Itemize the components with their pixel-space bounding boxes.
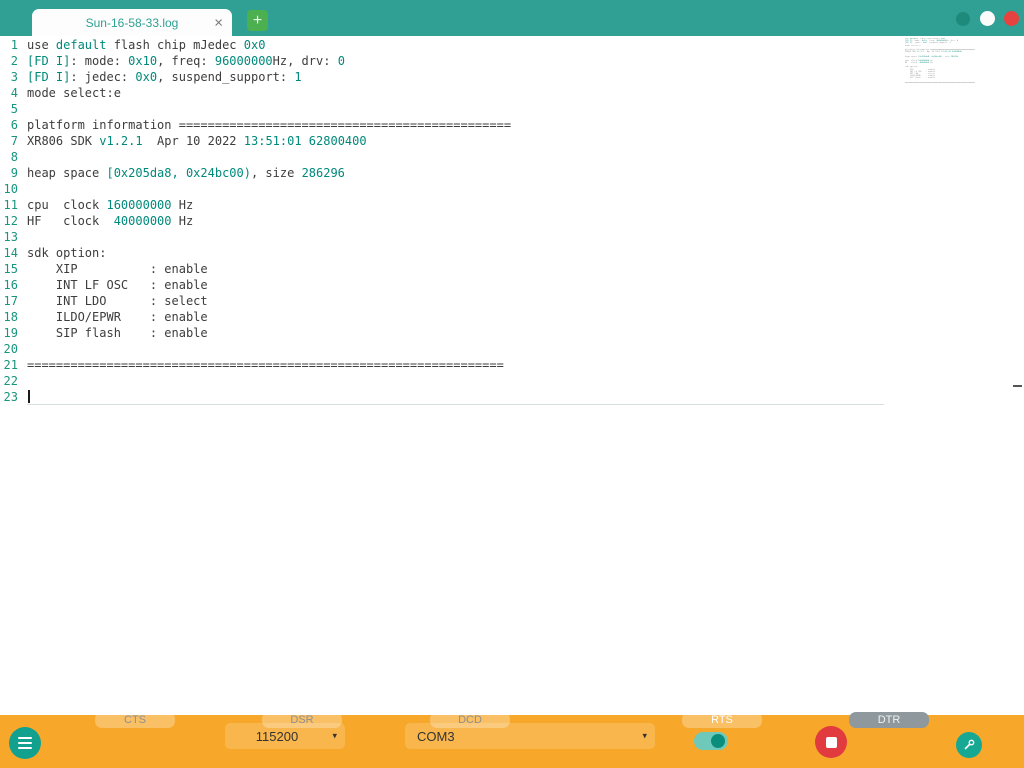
log-line: 5 [0, 101, 893, 117]
maximize-button[interactable] [980, 11, 995, 26]
close-button[interactable] [1004, 11, 1019, 26]
log-line: 3[FD I]: jedec: 0x0, suspend_support: 1 [0, 69, 893, 85]
text-cursor [28, 390, 30, 403]
log-line: 6platform information ==================… [0, 117, 893, 133]
line-number: 4 [0, 85, 27, 101]
toggle-knob [711, 734, 725, 748]
log-line: 22 [0, 373, 893, 389]
log-lines: 1use default flash chip mJedec 0x02[FD I… [0, 37, 893, 405]
log-tab[interactable]: Sun-16-58-33.log × [32, 9, 232, 36]
chevron-down-icon: ▾ [332, 731, 337, 742]
line-number: 21 [0, 357, 27, 373]
scrollbar-thumb[interactable] [1013, 385, 1022, 387]
signal-chip-dtr[interactable]: DTR [849, 712, 929, 728]
line-number: 15 [0, 261, 27, 277]
line-number: 9 [0, 165, 27, 181]
log-line: 10 [0, 181, 893, 197]
log-line: 4mode select:e [0, 85, 893, 101]
signal-chip-cts[interactable]: CTS [95, 712, 175, 728]
stop-icon [826, 737, 837, 748]
connect-toggle[interactable] [694, 732, 728, 750]
line-number: 22 [0, 373, 27, 389]
line-number: 16 [0, 277, 27, 293]
baud-value: 115200 [256, 729, 298, 744]
hamburger-icon [18, 734, 32, 752]
line-number: 14 [0, 245, 27, 261]
settings-button[interactable] [956, 732, 982, 758]
log-line: 12HF clock 40000000 Hz [0, 213, 893, 229]
log-line: 15 XIP : enable [0, 261, 893, 277]
wrench-icon [962, 738, 976, 752]
stop-button[interactable] [815, 726, 847, 758]
line-number: 7 [0, 133, 27, 149]
log-line: 23 [0, 389, 893, 405]
minimap[interactable]: use default flash chip mJedec 0x0[FD I]:… [905, 38, 975, 92]
log-line: 2[FD I]: mode: 0x10, freq: 96000000Hz, d… [0, 53, 893, 69]
log-line: 13 [0, 229, 893, 245]
serial-control-bar: CTSDSRDCDRTSDTR 115200 ▾ COM3 ▾ [0, 715, 1024, 768]
log-line: 11cpu clock 160000000 Hz [0, 197, 893, 213]
log-line: 21======================================… [0, 357, 893, 373]
line-number: 6 [0, 117, 27, 133]
minimap-line: ========================================… [905, 82, 975, 84]
log-line: 14sdk option: [0, 245, 893, 261]
line-number: 23 [0, 389, 27, 405]
log-line: 16 INT LF OSC : enable [0, 277, 893, 293]
log-line: 8 [0, 149, 893, 165]
log-line: 7XR806 SDK v1.2.1 Apr 10 2022 13:51:01 6… [0, 133, 893, 149]
menu-button[interactable] [9, 727, 41, 759]
line-number: 12 [0, 213, 27, 229]
minimap-line [905, 86, 975, 88]
log-viewer: 1use default flash chip mJedec 0x02[FD I… [0, 36, 1024, 715]
log-line: 20 [0, 341, 893, 357]
log-line: 18 ILDO/EPWR : enable [0, 309, 893, 325]
line-number: 8 [0, 149, 27, 165]
minimize-button[interactable] [956, 12, 970, 26]
line-number: 17 [0, 293, 27, 309]
port-value: COM3 [417, 729, 455, 744]
log-line: 19 SIP flash : enable [0, 325, 893, 341]
port-select[interactable]: COM3 ▾ [405, 723, 655, 749]
baud-select[interactable]: 115200 ▾ [225, 723, 345, 749]
minimap-lines: use default flash chip mJedec 0x0[FD I]:… [905, 38, 975, 88]
line-number: 11 [0, 197, 27, 213]
line-number: 5 [0, 101, 27, 117]
line-number: 3 [0, 69, 27, 85]
titlebar: Sun-16-58-33.log × + [0, 0, 1024, 36]
line-number: 19 [0, 325, 27, 341]
line-number: 13 [0, 229, 27, 245]
line-number: 1 [0, 37, 27, 53]
chevron-down-icon: ▾ [642, 731, 647, 742]
log-line: 9heap space [0x205da8, 0x24bc00), size 2… [0, 165, 893, 181]
new-tab-button[interactable]: + [247, 10, 268, 31]
tab-close-icon[interactable]: × [214, 15, 223, 30]
line-number: 10 [0, 181, 27, 197]
signal-chip-rts[interactable]: RTS [682, 712, 762, 728]
log-line: 1use default flash chip mJedec 0x0 [0, 37, 893, 53]
log-line: 17 INT LDO : select [0, 293, 893, 309]
line-number: 18 [0, 309, 27, 325]
tab-title: Sun-16-58-33.log [86, 16, 179, 30]
line-number: 20 [0, 341, 27, 357]
line-number: 2 [0, 53, 27, 69]
